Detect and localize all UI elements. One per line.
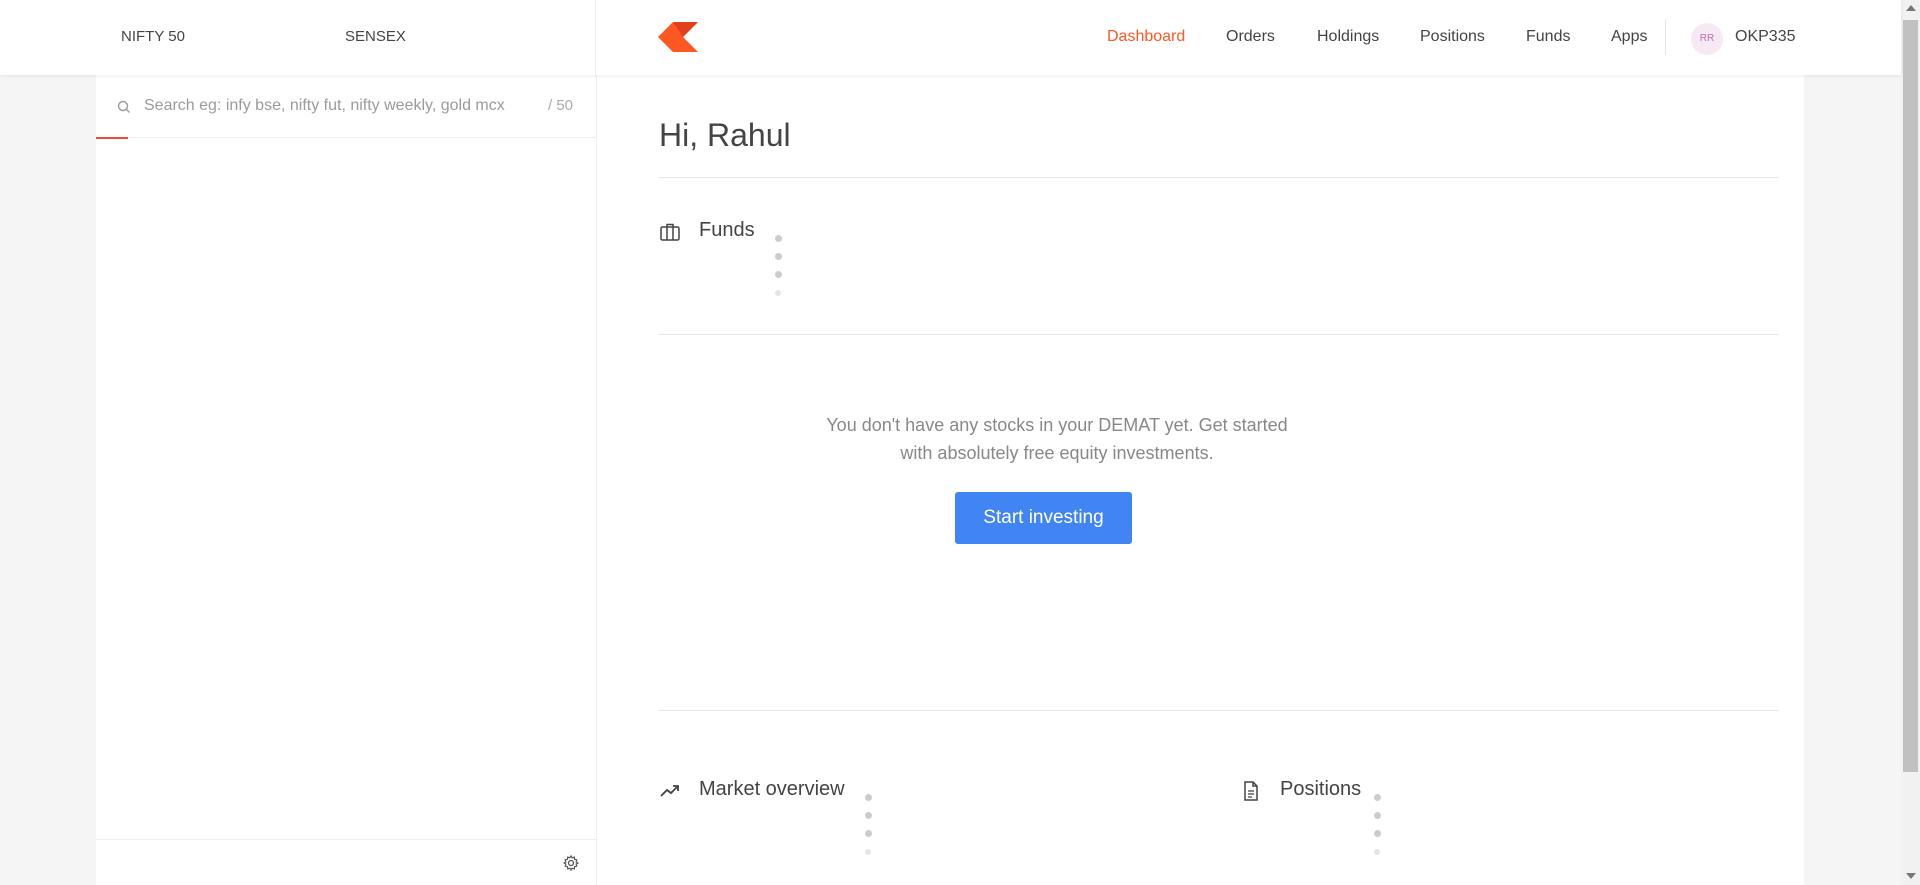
nav-holdings[interactable]: Holdings bbox=[1317, 28, 1379, 46]
sidebar-footer bbox=[96, 839, 596, 885]
scrollbar-thumb[interactable] bbox=[1903, 20, 1918, 772]
nav-apps[interactable]: Apps bbox=[1611, 28, 1647, 46]
loading-indicator bbox=[1374, 788, 1383, 860]
holdings-empty-message: You don't have any stocks in your DEMAT … bbox=[787, 411, 1327, 467]
search-focus-indicator bbox=[96, 137, 128, 139]
nav-divider bbox=[1665, 19, 1666, 55]
nav-dashboard[interactable]: Dashboard bbox=[1107, 28, 1185, 46]
search-input[interactable] bbox=[144, 89, 534, 123]
nav-funds[interactable]: Funds bbox=[1526, 28, 1570, 46]
trending-up-icon bbox=[659, 780, 681, 802]
divider bbox=[659, 177, 1779, 178]
search-icon bbox=[116, 99, 132, 115]
empty-message-line-2: with absolutely free equity investments. bbox=[900, 443, 1214, 463]
page-scrollbar[interactable] bbox=[1901, 0, 1920, 885]
loading-indicator bbox=[865, 788, 874, 860]
top-bar: NIFTY 50 SENSEX Dashboard Orders Holding… bbox=[0, 0, 1901, 75]
start-investing-button[interactable]: Start investing bbox=[955, 492, 1132, 544]
kite-logo-icon[interactable] bbox=[658, 22, 698, 52]
watchlist-count: / 50 bbox=[548, 97, 574, 114]
user-id[interactable]: OKP335 bbox=[1735, 28, 1795, 46]
divider bbox=[659, 710, 1779, 711]
dashboard-main: Hi, Rahul Funds You don't have any stock… bbox=[597, 75, 1804, 885]
nav-positions[interactable]: Positions bbox=[1420, 28, 1485, 46]
scroll-down-arrow-icon[interactable] bbox=[1906, 873, 1916, 879]
empty-message-line-1: You don't have any stocks in your DEMAT … bbox=[826, 415, 1288, 435]
funds-label: Funds bbox=[699, 219, 755, 241]
search-bar: / 50 bbox=[96, 75, 596, 139]
nav-orders[interactable]: Orders bbox=[1226, 28, 1275, 46]
divider bbox=[659, 334, 1779, 335]
index-sensex[interactable]: SENSEX bbox=[345, 28, 406, 45]
briefcase-icon bbox=[659, 221, 681, 243]
loading-indicator bbox=[775, 229, 784, 301]
document-icon bbox=[1240, 780, 1262, 802]
market-indices: NIFTY 50 SENSEX bbox=[96, 0, 596, 75]
market-overview-label: Market overview bbox=[699, 778, 845, 800]
scroll-up-arrow-icon[interactable] bbox=[1906, 5, 1916, 11]
watchlist-sidebar: / 50 bbox=[96, 75, 597, 885]
greeting: Hi, Rahul bbox=[659, 117, 791, 153]
index-nifty-50[interactable]: NIFTY 50 bbox=[121, 28, 185, 45]
positions-label: Positions bbox=[1280, 778, 1362, 800]
avatar[interactable]: RR bbox=[1691, 23, 1723, 55]
gear-icon[interactable] bbox=[562, 854, 580, 872]
